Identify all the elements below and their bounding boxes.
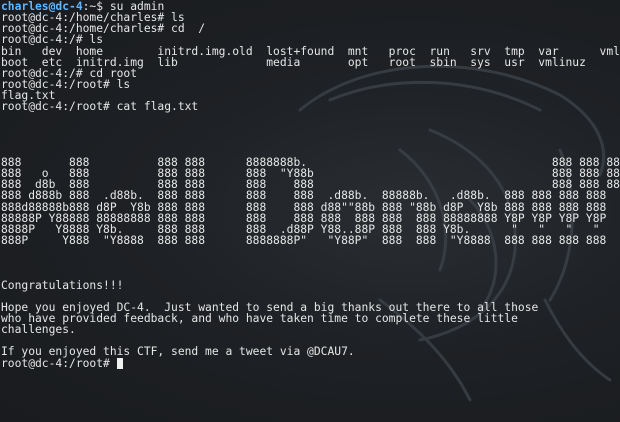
active-prompt-line[interactable]: root@dc-4:/root# [1, 356, 620, 370]
terminal-line: who have provided feedback, and who have… [1, 311, 518, 325]
terminal-window[interactable]: charles@dc-4:~$ su admin root@dc-4:/home/… [0, 0, 620, 422]
terminal-line: 888 d888b 888 .d88b. 888 888 888 888 .d8… [1, 189, 607, 203]
terminal-line: 888d88888b888 d8P Y8b 888 888 888 888 d8… [1, 200, 607, 214]
prompt-text: root@dc-4:/root# [1, 356, 117, 370]
terminal-output: charles@dc-4:~$ su admin root@dc-4:/home/… [1, 1, 620, 369]
terminal-line: root@dc-4:/root# cat flag.txt [1, 100, 199, 114]
terminal-line: Congratulations!!! [1, 278, 124, 292]
terminal-line: root@dc-4:/# ls [1, 33, 104, 47]
terminal-line: challenges. [1, 323, 76, 337]
terminal-line: root@dc-4:/root# ls [1, 77, 131, 91]
terminal-line: 888P Y888 "Y8888 888 888 8888888P" "Y88P… [1, 233, 607, 247]
cursor-block [116, 357, 124, 369]
